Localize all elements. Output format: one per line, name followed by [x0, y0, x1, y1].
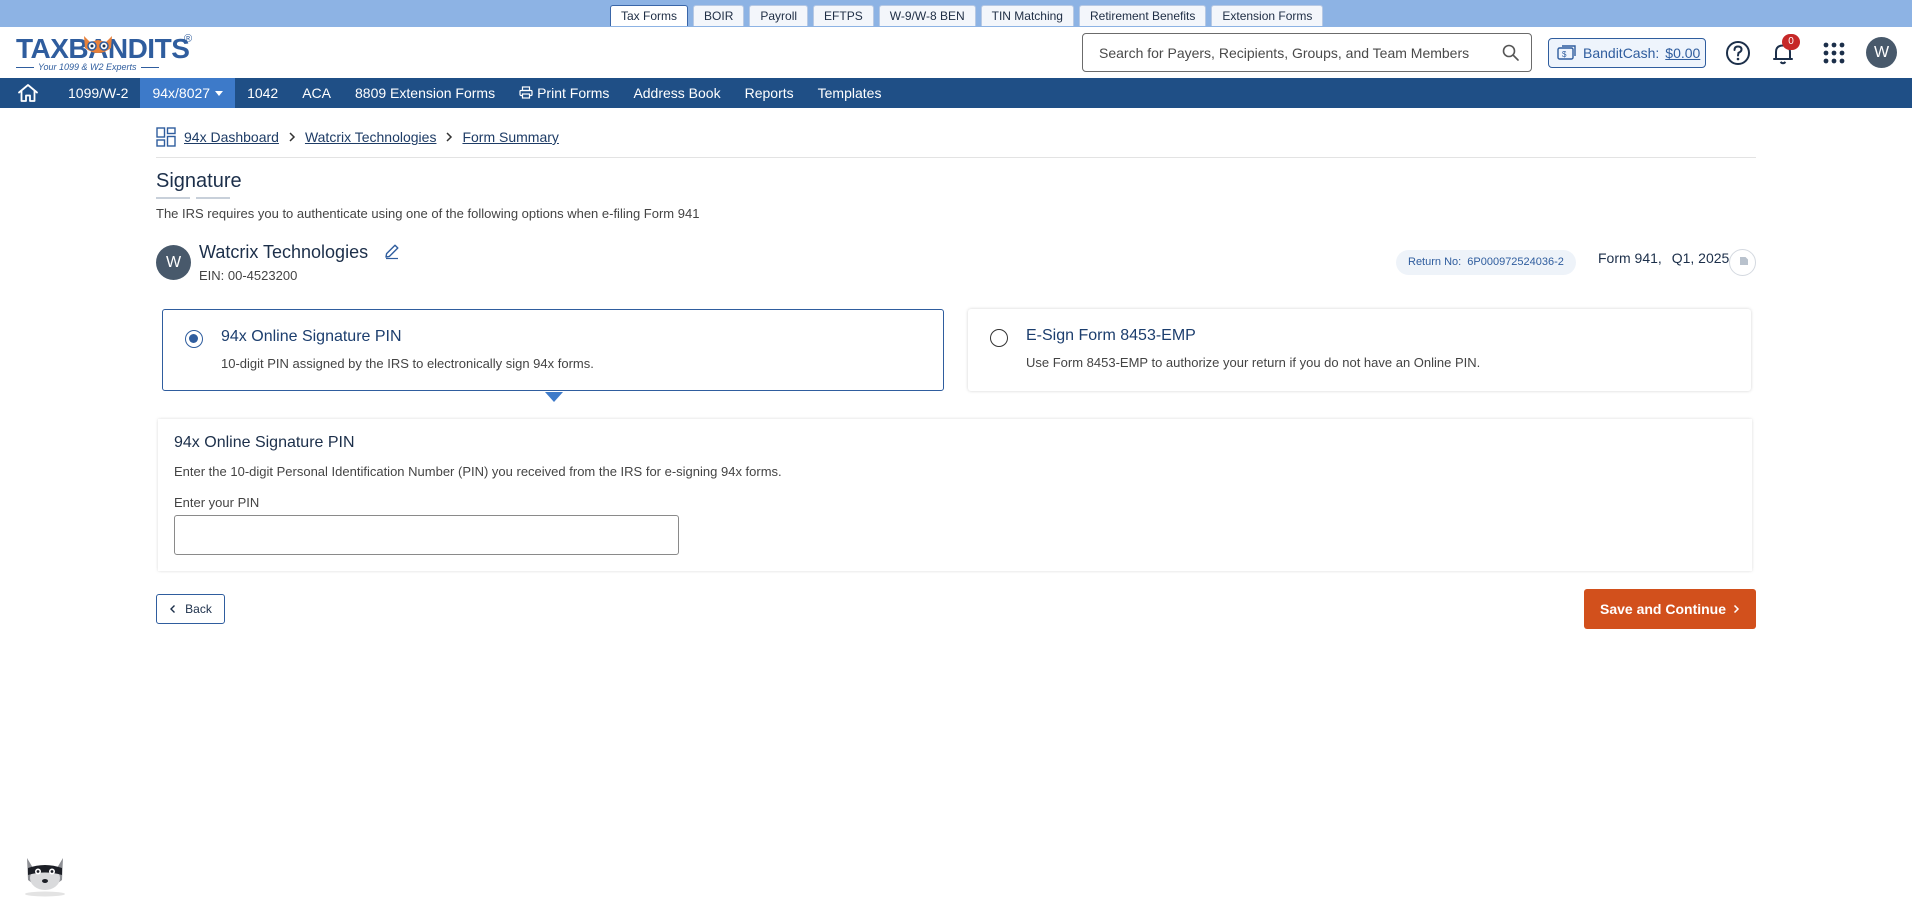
pin-input[interactable]	[174, 515, 679, 555]
back-button-label: Back	[185, 602, 212, 616]
dashboard-grid-icon	[156, 127, 176, 147]
owl-mascot-icon	[84, 36, 112, 53]
product-tab-payroll[interactable]: Payroll	[749, 5, 809, 26]
return-number-badge: Return No: 6P000972524036-2	[1396, 250, 1576, 275]
taxbandits-logo[interactable]: TAXBANDITS ® Your 1099 & W2 Experts	[16, 31, 198, 73]
document-button[interactable]	[1729, 249, 1756, 276]
option-description: 10-digit PIN assigned by the IRS to elec…	[221, 356, 594, 371]
breadcrumb-payer[interactable]: Watcrix Technologies	[305, 129, 437, 145]
svg-text:$: $	[1562, 50, 1567, 59]
product-tab-extension-forms[interactable]: Extension Forms	[1211, 5, 1324, 26]
banditcash-label: BanditCash:	[1583, 45, 1660, 61]
return-number-value: 6P000972524036-2	[1467, 256, 1564, 268]
divider	[156, 157, 1756, 158]
notification-count-badge: 0	[1782, 34, 1800, 50]
nav-item-label: Address Book	[633, 85, 721, 101]
nav-item-label: 1042	[247, 85, 279, 101]
chevron-left-icon	[170, 605, 176, 613]
banditcash-amount: $0.00	[1665, 45, 1701, 61]
app-header: TAXBANDITS ® Your 1099 & W2 Experts $ Ba…	[0, 27, 1912, 78]
banditcash-button[interactable]: $ BanditCash: $0.00	[1548, 38, 1706, 68]
payer-name: Watcrix Technologies	[199, 242, 369, 262]
product-tab-w9-w8ben[interactable]: W-9/W-8 BEN	[878, 5, 976, 26]
printer-icon	[519, 86, 533, 99]
back-button[interactable]: Back	[156, 594, 225, 624]
option-online-signature-pin[interactable]: 94x Online Signature PIN 10-digit PIN as…	[162, 309, 944, 391]
nav-item-address-book[interactable]: Address Book	[621, 78, 732, 108]
option-title: E-Sign Form 8453-EMP	[1026, 327, 1196, 344]
title-underline	[196, 197, 230, 199]
nav-item-label: 1099/W-2	[68, 85, 129, 101]
edit-pencil-icon[interactable]	[383, 242, 401, 260]
nav-item-label: Templates	[817, 85, 882, 101]
search-icon[interactable]	[1501, 43, 1521, 63]
chevron-right-icon	[289, 132, 296, 142]
global-search	[1082, 33, 1532, 72]
chevron-right-icon	[446, 132, 453, 142]
breadcrumb: 94x Dashboard Watcrix Technologies Form …	[156, 126, 559, 148]
mascot-icon[interactable]	[18, 848, 72, 898]
option-radio-unselected[interactable]	[990, 329, 1008, 347]
nav-item-reports[interactable]: Reports	[733, 78, 806, 108]
product-tab-retirement-benefits[interactable]: Retirement Benefits	[1078, 5, 1207, 26]
option-description: Use Form 8453-EMP to authorize your retu…	[1026, 355, 1481, 370]
breadcrumb-94x-dashboard[interactable]: 94x Dashboard	[184, 129, 279, 145]
caret-down-icon	[215, 91, 224, 96]
user-avatar[interactable]: W	[1866, 37, 1897, 68]
product-tabs: Tax Forms BOIR Payroll EFTPS W-9/W-8 BEN…	[610, 5, 1324, 26]
return-number-label: Return No:	[1408, 256, 1462, 268]
pin-section-description: Enter the 10-digit Personal Identificati…	[174, 464, 782, 479]
option-radio-selected[interactable]	[185, 330, 203, 348]
nav-item-8809-extension-forms[interactable]: 8809 Extension Forms	[343, 78, 507, 108]
form-quarter-label: Form 941, Q1, 2025	[1598, 250, 1729, 266]
nav-item-print-forms[interactable]: Print Forms	[507, 78, 621, 108]
nav-item-aca[interactable]: ACA	[290, 78, 343, 108]
product-tab-boir[interactable]: BOIR	[693, 5, 745, 26]
payer-ein: EIN: 00-4523200	[199, 268, 298, 283]
option-title: 94x Online Signature PIN	[221, 328, 402, 345]
banditcash-icon: $	[1557, 45, 1576, 60]
nav-item-94x-8027[interactable]: 94x/8027	[140, 78, 236, 108]
form-quarter: Q1, 2025	[1671, 250, 1730, 266]
pin-field-label: Enter your PIN	[174, 495, 260, 510]
chevron-right-icon	[1733, 604, 1740, 614]
document-icon	[1740, 257, 1748, 265]
nav-item-1042[interactable]: 1042	[235, 78, 290, 108]
product-tab-tin-matching[interactable]: TIN Matching	[980, 5, 1074, 26]
nav-item-label: Print Forms	[537, 85, 610, 101]
home-icon	[18, 84, 38, 102]
option-esign-8453-emp[interactable]: E-Sign Form 8453-EMP Use Form 8453-EMP t…	[968, 309, 1751, 391]
page-subtitle: The IRS requires you to authenticate usi…	[156, 206, 700, 221]
page-title: Signature	[156, 170, 242, 192]
nav-item-templates[interactable]: Templates	[806, 78, 894, 108]
selected-option-pointer	[545, 392, 563, 402]
product-strip: Tax Forms BOIR Payroll EFTPS W-9/W-8 BEN…	[0, 0, 1912, 27]
nav-item-label: 94x/8027	[152, 85, 211, 101]
main-nav: 1099/W-2 94x/8027 1042 ACA 8809 Extensio…	[0, 78, 1912, 108]
nav-item-label: Reports	[744, 85, 794, 101]
nav-item-label: ACA	[302, 85, 332, 101]
pin-section-title: 94x Online Signature PIN	[174, 434, 355, 451]
save-button-label: Save and Continue	[1599, 601, 1727, 617]
logo-tagline: Your 1099 & W2 Experts	[16, 62, 159, 72]
pin-panel: 94x Online Signature PIN Enter the 10-di…	[158, 419, 1752, 571]
apps-grid-icon[interactable]	[1819, 38, 1849, 68]
save-and-continue-button[interactable]: Save and Continue	[1584, 589, 1756, 629]
form-name: Form 941,	[1598, 250, 1662, 266]
nav-item-1099-w2[interactable]: 1099/W-2	[56, 78, 140, 108]
product-tab-eftps[interactable]: EFTPS	[813, 5, 874, 26]
nav-home[interactable]	[0, 78, 56, 108]
payer-avatar: W	[156, 245, 191, 280]
title-underline	[156, 197, 190, 199]
logo-registered-mark: ®	[184, 33, 193, 45]
help-icon[interactable]	[1723, 38, 1753, 68]
search-input[interactable]	[1083, 34, 1483, 71]
nav-item-label: 8809 Extension Forms	[355, 85, 496, 101]
breadcrumb-form-summary[interactable]: Form Summary	[462, 129, 558, 145]
product-tab-tax-forms[interactable]: Tax Forms	[610, 5, 689, 26]
